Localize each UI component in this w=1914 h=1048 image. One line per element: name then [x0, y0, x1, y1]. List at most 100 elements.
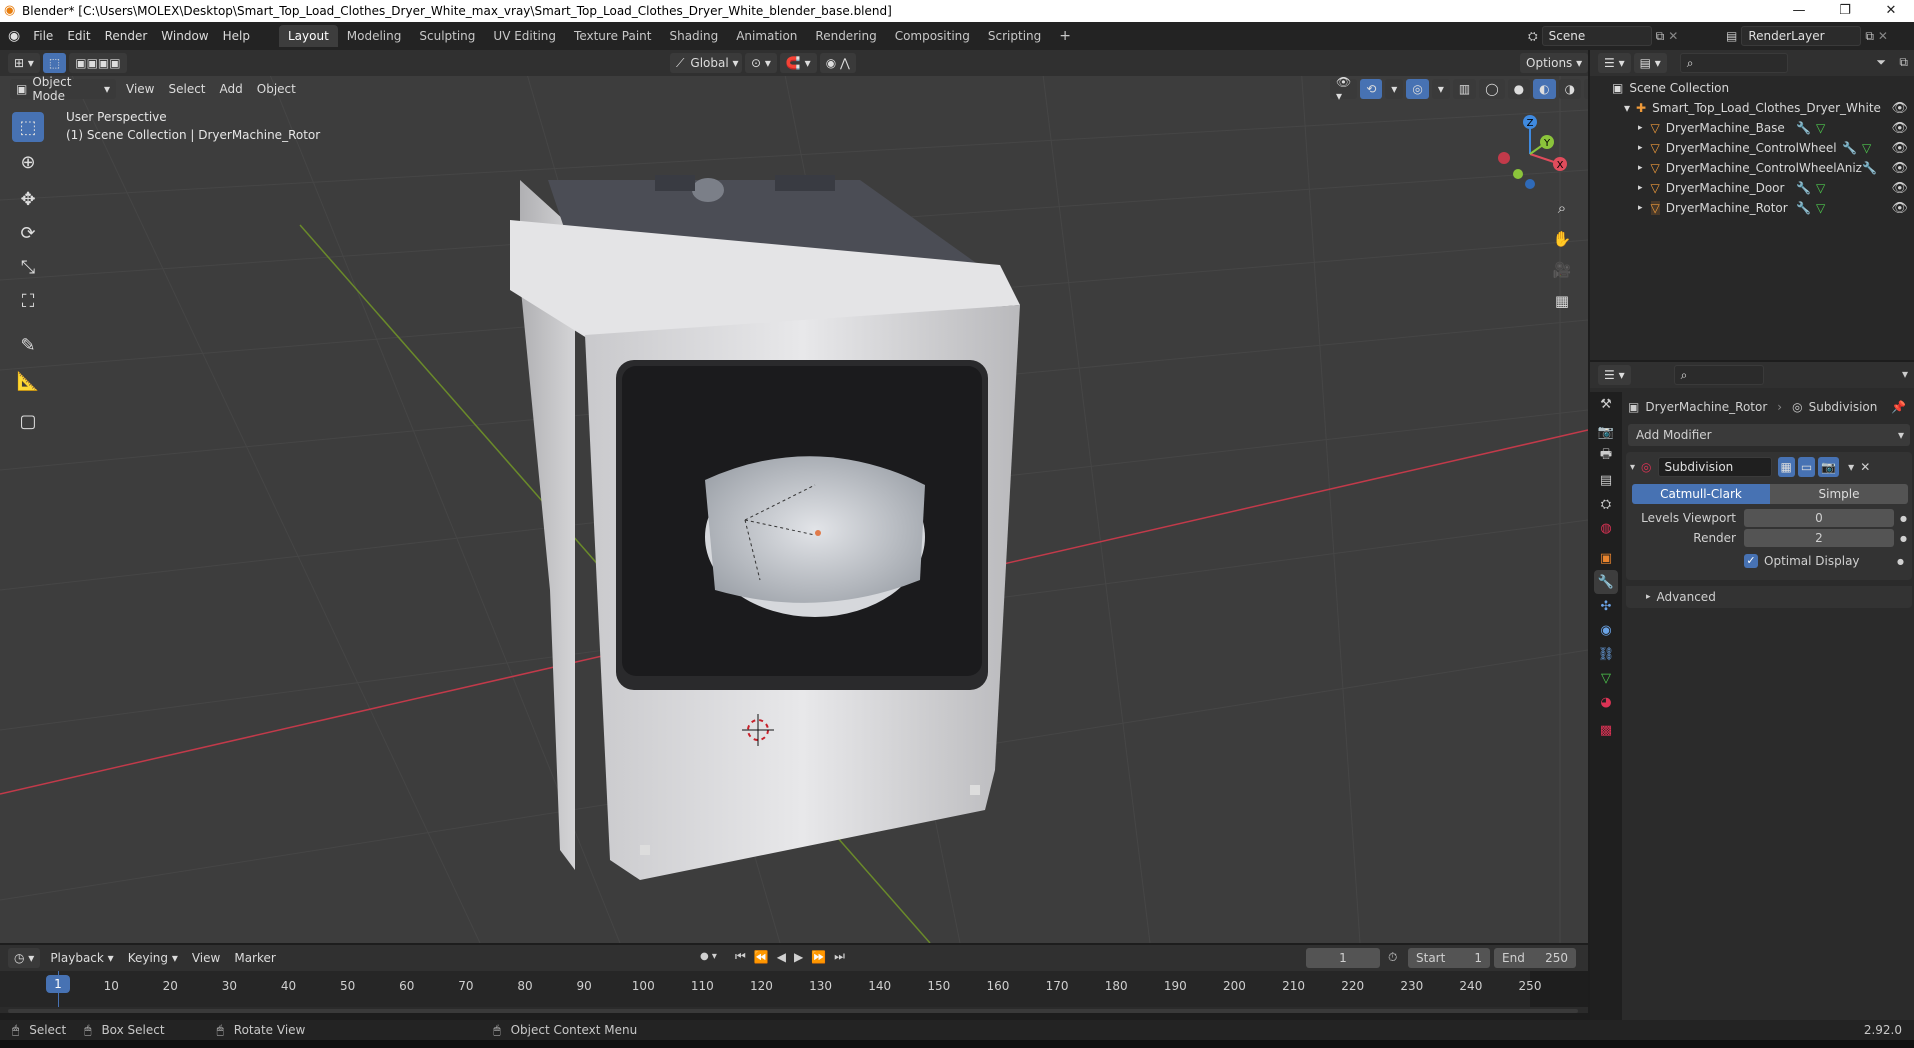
proportional-edit-icon[interactable]: ◉ ⋀ — [819, 53, 856, 73]
zoom-icon[interactable]: ⌕ — [1549, 195, 1575, 221]
scale-tool-icon[interactable]: ⤡ — [12, 252, 44, 282]
properties-search-input[interactable]: ⌕ — [1673, 365, 1764, 385]
tab-layout[interactable]: Layout — [278, 25, 338, 47]
annotate-tool-icon[interactable]: ✎ — [12, 330, 44, 360]
physics-tab-icon[interactable]: ◉ — [1594, 618, 1618, 642]
play-reverse-icon[interactable]: ◀ — [777, 950, 786, 964]
viewport-menu-select[interactable]: Select — [161, 82, 212, 96]
render-tab-icon[interactable]: 📷 — [1594, 420, 1618, 444]
menu-window[interactable]: Window — [154, 29, 215, 43]
texture-tab-icon[interactable]: ▩ — [1594, 718, 1618, 742]
transform-tool-icon[interactable]: ⛶ — [12, 286, 44, 316]
outliner-object-row[interactable]: ▸ ▽ DryerMachine_ControlWheel 🔧 ▽ 👁 — [1590, 138, 1914, 158]
next-keyframe-icon[interactable]: ⏩ — [811, 950, 826, 964]
minimize-button[interactable]: — — [1776, 0, 1822, 22]
visibility-eye-icon[interactable]: 👁 — [1891, 141, 1908, 156]
properties-options-icon[interactable]: ▾ — [1902, 367, 1908, 381]
snap-icon[interactable]: 🧲 ▾ — [779, 53, 817, 73]
mode-dropdown[interactable]: ▣ Object Mode ▾ — [10, 75, 116, 103]
stopwatch-icon[interactable]: ⏱ — [1388, 950, 1397, 965]
timeline-editor-icon[interactable]: ◷ ▾ — [8, 948, 41, 968]
add-cube-tool-icon[interactable]: ▢ — [12, 406, 44, 436]
timeline-scrollbar[interactable] — [8, 1009, 1578, 1013]
constraints-tab-icon[interactable]: ⛓ — [1594, 642, 1618, 666]
gizmo-toggle-icon[interactable]: ⟲ — [1360, 79, 1383, 99]
rotate-tool-icon[interactable]: ⟳ — [12, 218, 44, 248]
cursor-tool-icon[interactable]: ⊕ — [12, 147, 44, 177]
playhead[interactable]: 1 — [46, 975, 70, 993]
start-frame-field[interactable]: Start 1 — [1408, 948, 1490, 968]
select-mode-icon[interactable]: ⬚ — [42, 53, 67, 73]
tab-uv-editing[interactable]: UV Editing — [484, 25, 565, 47]
tab-animation[interactable]: Animation — [727, 25, 806, 47]
advanced-subpanel[interactable]: ▸ Advanced — [1626, 586, 1912, 608]
remove-view-layer-icon[interactable]: ✕ — [1878, 29, 1888, 43]
expand-arrow-icon[interactable]: ▸ — [1638, 183, 1643, 193]
catmull-clark-button[interactable]: Catmull-Clark — [1632, 484, 1770, 504]
tab-shading[interactable]: Shading — [660, 25, 727, 47]
outliner-editor-icon[interactable]: ☰ ▾ — [1598, 53, 1631, 73]
measure-tool-icon[interactable]: 📐 — [12, 366, 44, 396]
move-tool-icon[interactable]: ✥ — [12, 184, 44, 214]
render-levels-field[interactable]: 2 — [1744, 529, 1894, 547]
output-tab-icon[interactable]: 🖶 — [1594, 444, 1618, 468]
select-box-tool-icon[interactable]: ⬚ — [12, 112, 44, 142]
visibility-eye-icon[interactable]: 👁 — [1891, 101, 1908, 116]
timeline-menu-view[interactable]: View — [185, 951, 227, 965]
jump-start-icon[interactable]: ⏮ — [735, 949, 746, 964]
simple-button[interactable]: Simple — [1770, 484, 1908, 504]
edit-mode-toggle-icon[interactable]: ▦ — [1777, 457, 1795, 477]
filter-icon[interactable]: ⏷ — [1876, 55, 1886, 70]
maximize-button[interactable]: ❐ — [1822, 0, 1868, 22]
end-frame-field[interactable]: End 250 — [1494, 948, 1576, 968]
expand-arrow-icon[interactable]: ▸ — [1638, 203, 1643, 213]
scene-tab-icon[interactable]: ⛭ — [1594, 492, 1618, 516]
visibility-eye-icon[interactable]: 👁 — [1891, 201, 1908, 216]
expand-arrow-icon[interactable]: ▸ — [1638, 163, 1643, 173]
tab-sculpting[interactable]: Sculpting — [410, 25, 484, 47]
menu-help[interactable]: Help — [216, 29, 257, 43]
current-frame-field[interactable]: 1 — [1306, 948, 1380, 968]
visibility-eye-icon[interactable]: 👁 — [1891, 161, 1908, 176]
wireframe-shading-icon[interactable]: ◯ — [1479, 79, 1505, 99]
options-dropdown[interactable]: Options ▾ — [1520, 53, 1588, 73]
object-tab-icon[interactable]: ▣ — [1594, 546, 1618, 570]
particles-tab-icon[interactable]: ✣ — [1594, 594, 1618, 618]
levels-viewport-field[interactable]: 0 — [1744, 509, 1894, 527]
outliner-object-row-selected[interactable]: ▸ ▽ DryerMachine_Rotor 🔧 ▽ 👁 — [1590, 198, 1914, 218]
properties-editor-icon[interactable]: ☰ ▾ — [1598, 365, 1631, 385]
outliner-object-row[interactable]: ▸ ▽ DryerMachine_ControlWheelAniz 🔧 👁 — [1590, 158, 1914, 178]
outliner-object-row[interactable]: ▸ ▽ DryerMachine_Door 🔧 ▽ 👁 — [1590, 178, 1914, 198]
outliner-search-input[interactable]: ⌕ — [1679, 53, 1788, 73]
rendered-shading-icon[interactable]: ◑ — [1558, 79, 1582, 99]
timeline-ruler[interactable]: 1 10 20 30 40 50 60 70 80 90 100 110 120 130 140 150 16… — [0, 971, 1588, 1007]
outliner-object-row[interactable]: ▸ ▽ DryerMachine_Base 🔧 ▽ 👁 — [1590, 118, 1914, 138]
tab-compositing[interactable]: Compositing — [886, 25, 979, 47]
menu-edit[interactable]: Edit — [60, 29, 97, 43]
new-collection-icon[interactable]: ⧉ — [1899, 55, 1908, 70]
menu-render[interactable]: Render — [98, 29, 155, 43]
tool-tab-icon[interactable]: ⚒ — [1594, 392, 1618, 416]
scene-field[interactable]: Scene — [1541, 26, 1652, 46]
select-box-modes-icon[interactable]: ▣▣▣▣ — [69, 53, 127, 73]
viewport-toggle-icon[interactable]: ▭ — [1797, 457, 1816, 477]
shading-dropdown-icon[interactable]: ▾ — [1584, 79, 1588, 99]
material-shading-icon[interactable]: ◐ — [1533, 79, 1556, 99]
modifier-tab-icon[interactable]: 🔧 — [1594, 570, 1618, 594]
new-scene-icon[interactable]: ⧉ — [1656, 29, 1665, 44]
view-layer-tab-icon[interactable]: ▤ — [1594, 468, 1618, 492]
visibility-icon[interactable]: 👁 ▾ — [1330, 75, 1358, 103]
overlay-dropdown-icon[interactable]: ▾ — [1431, 79, 1450, 99]
prev-keyframe-icon[interactable]: ⏪ — [754, 950, 769, 964]
remove-modifier-icon[interactable]: ✕ — [1860, 460, 1870, 474]
modifier-name-field[interactable]: Subdivision — [1657, 457, 1772, 477]
timeline-menu-marker[interactable]: Marker — [227, 951, 282, 965]
expand-arrow-icon[interactable]: ▾ — [1624, 101, 1630, 115]
close-button[interactable]: ✕ — [1868, 0, 1914, 22]
timeline-menu-playback[interactable]: Playback ▾ — [43, 951, 120, 965]
keyframe-dot-icon[interactable]: ● — [1900, 514, 1907, 523]
jump-end-icon[interactable]: ⏭ — [834, 949, 845, 964]
collapse-arrow-icon[interactable]: ▾ — [1630, 462, 1635, 473]
play-icon[interactable]: ▶ — [794, 950, 803, 964]
tab-modeling[interactable]: Modeling — [338, 25, 411, 47]
